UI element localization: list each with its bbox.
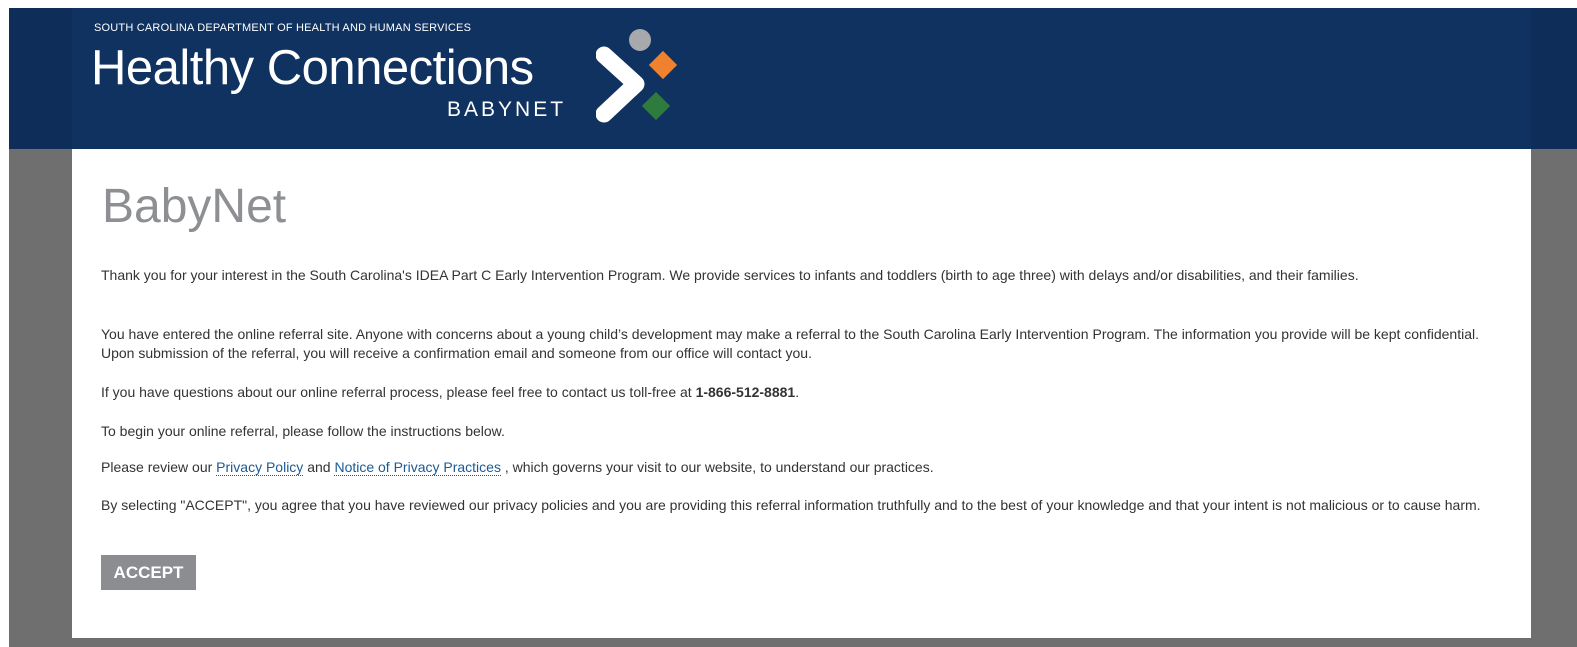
contact-paragraph: If you have questions about our online r… <box>101 383 1491 402</box>
page-title: BabyNet <box>102 180 287 233</box>
brand-name: Healthy Connections <box>91 41 534 95</box>
accept-button[interactable]: ACCEPT <box>101 555 196 590</box>
main-content: BabyNet Thank you for your interest in t… <box>72 149 1531 638</box>
privacy-text-prefix: Please review our <box>101 459 217 475</box>
brand-subtitle: BABYNET <box>447 98 567 121</box>
privacy-policy-link[interactable]: Privacy Policy <box>216 459 304 476</box>
privacy-text-and: and <box>303 459 335 475</box>
agreement-paragraph: By selecting "ACCEPT", you agree that yo… <box>101 497 1481 513</box>
contact-text: If you have questions about our online r… <box>101 384 696 400</box>
logo-gray-dot <box>629 29 651 51</box>
contact-suffix: . <box>795 384 800 400</box>
privacy-text-suffix: , which governs your visit to our websit… <box>500 459 934 475</box>
privacy-paragraph: Please review our Privacy Policy and Not… <box>101 458 1491 477</box>
logo-chevron <box>596 46 645 123</box>
logo-green-diamond <box>641 91 671 121</box>
phone-number: 1-866-512-8881 <box>695 384 796 400</box>
healthy-connections-logo-icon <box>596 29 678 123</box>
instructions-paragraph: To begin your online referral, please fo… <box>101 423 505 439</box>
logo-orange-diamond <box>648 50 678 80</box>
agency-name: South Carolina Department of Health and … <box>94 22 472 34</box>
intro-paragraph: Thank you for your interest in the South… <box>101 267 1359 283</box>
notice-of-privacy-practices-link[interactable]: Notice of Privacy Practices <box>334 459 501 476</box>
referral-info-paragraph: You have entered the online referral sit… <box>101 326 1479 361</box>
